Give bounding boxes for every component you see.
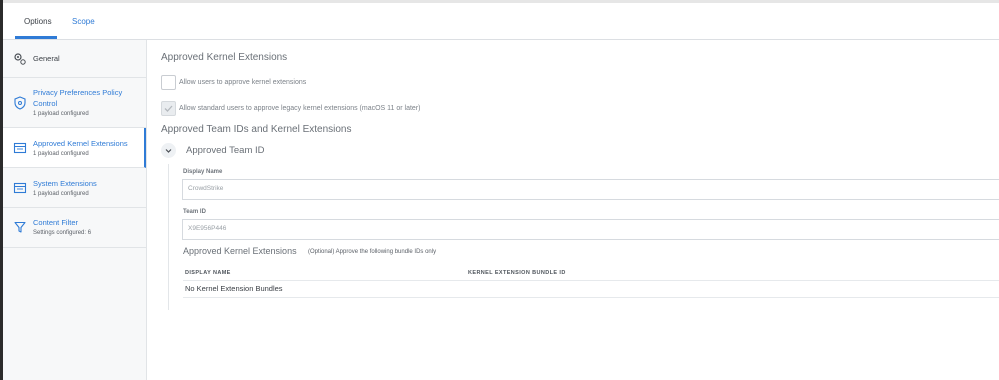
sidebar-item-approved-kernel-extensions[interactable]: Approved Kernel Extensions 1 payload con… bbox=[3, 128, 146, 168]
tab-bar: Options Scope bbox=[3, 3, 999, 40]
chevron-down-icon bbox=[165, 149, 172, 153]
sidebar-item-general[interactable]: General bbox=[3, 40, 146, 78]
sidebar: General Privacy Preferences Policy Contr… bbox=[3, 40, 147, 380]
checkmark-icon bbox=[164, 105, 173, 112]
shield-icon bbox=[13, 96, 27, 110]
gear-icon bbox=[13, 52, 27, 66]
sidebar-item-label: General bbox=[33, 54, 60, 63]
team-id-label: Team ID bbox=[183, 209, 206, 215]
group-rule bbox=[168, 164, 169, 310]
allow-standard-users-checkbox[interactable] bbox=[161, 101, 176, 116]
kernel-extensions-subtitle: Approved Kernel Extensions bbox=[183, 246, 297, 256]
sidebar-item-label: Privacy Preferences Policy Control bbox=[33, 88, 123, 108]
allow-standard-users-label: Allow standard users to approve legacy k… bbox=[179, 105, 421, 112]
collapse-team-button[interactable] bbox=[161, 143, 176, 158]
filter-icon bbox=[13, 220, 27, 234]
sidebar-item-subtitle: 1 payload configured bbox=[33, 111, 89, 117]
sidebar-item-label: Content Filter bbox=[33, 218, 79, 227]
sidebar-item-privacy-preferences[interactable]: Privacy Preferences Policy Control 1 pay… bbox=[3, 78, 146, 128]
column-header-bundle-id: KERNEL EXTENSION BUNDLE ID bbox=[468, 270, 566, 276]
sidebar-item-subtitle: Settings configured: 6 bbox=[33, 230, 92, 236]
display-name-field[interactable]: CrowdStrike bbox=[182, 179, 999, 200]
sidebar-item-label: System Extensions bbox=[33, 179, 97, 188]
table-empty-row: No Kernel Extension Bundles bbox=[185, 284, 283, 293]
table-divider bbox=[183, 280, 999, 281]
column-header-display-name: DISPLAY NAME bbox=[185, 270, 231, 276]
team-id-value: X9E956P446 bbox=[188, 225, 227, 232]
sidebar-item-label: Approved Kernel Extensions bbox=[33, 139, 128, 148]
page-title: Approved Kernel Extensions bbox=[161, 52, 288, 63]
table-divider bbox=[183, 297, 999, 298]
display-name-label: Display Name bbox=[183, 169, 223, 175]
sidebar-item-subtitle: 1 payload configured bbox=[33, 191, 89, 197]
tab-scope[interactable]: Scope bbox=[72, 17, 95, 27]
approved-team-id-title: Approved Team ID bbox=[186, 145, 265, 156]
active-tab-indicator bbox=[15, 36, 57, 39]
allow-users-approve-label: Allow users to approve kernel extensions bbox=[179, 79, 307, 86]
display-name-value: CrowdStrike bbox=[188, 185, 224, 192]
allow-users-approve-checkbox[interactable] bbox=[161, 75, 176, 90]
team-section-title: Approved Team IDs and Kernel Extensions bbox=[161, 124, 352, 135]
kernel-extensions-note: (Optional) Approve the following bundle … bbox=[308, 249, 437, 255]
kernel-extension-icon bbox=[13, 141, 27, 155]
tab-options[interactable]: Options bbox=[24, 17, 52, 27]
system-extension-icon bbox=[13, 181, 27, 195]
team-id-field[interactable]: X9E956P446 bbox=[182, 219, 999, 240]
sidebar-item-subtitle: 1 payload configured bbox=[33, 151, 89, 157]
sidebar-item-system-extensions[interactable]: System Extensions 1 payload configured bbox=[3, 168, 146, 208]
main-content: Approved Kernel Extensions Allow users t… bbox=[147, 40, 999, 380]
sidebar-item-content-filter[interactable]: Content Filter Settings configured: 6 bbox=[3, 208, 146, 248]
